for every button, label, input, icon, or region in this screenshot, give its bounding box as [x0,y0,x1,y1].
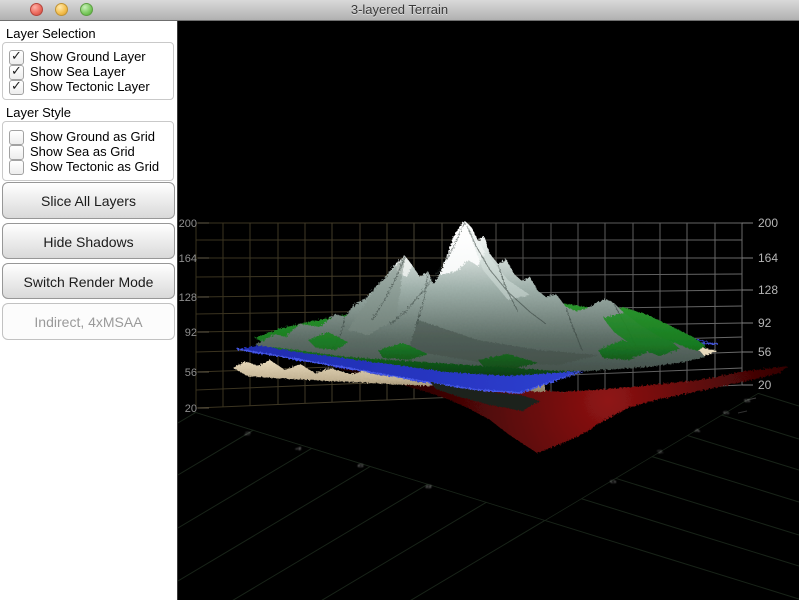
svg-text:92: 92 [185,327,197,339]
terrain-render-canvas[interactable]: 2 4 6 8 8 6 4 2 0 200 164 128 92 56 20 2… [178,20,799,600]
checkbox-label: Show Tectonic as Grid [30,159,160,174]
svg-text:8: 8 [424,484,432,489]
svg-text:4: 4 [692,428,702,433]
svg-text:200: 200 [179,218,197,230]
layer-style-group: Show Ground as Grid Show Sea as Grid Sho… [2,121,174,181]
svg-text:0: 0 [608,479,618,484]
svg-text:164: 164 [179,253,197,265]
checkbox-label: Show Sea Layer [30,64,126,79]
show-tectonic-as-grid-checkbox[interactable] [9,160,24,175]
checkbox-label: Show Ground as Grid [30,129,156,144]
svg-text:56: 56 [758,345,772,359]
svg-text:2: 2 [243,431,251,436]
checkbox-label: Show Sea as Grid [30,144,135,159]
switch-render-mode-button[interactable]: Switch Render Mode [2,263,175,299]
layer-style-heading: Layer Style [6,105,72,120]
check-icon: ✓ [11,63,22,78]
control-sidebar: Layer Selection ✓ Show Ground Layer ✓ Sh… [0,20,178,600]
right-axis-ticks [737,222,757,414]
check-icon: ✓ [11,78,22,93]
svg-text:200: 200 [758,216,778,230]
checkbox-label: Show Tectonic Layer [30,79,150,94]
app-window: { "window": { "title": "3-layered Terrai… [0,0,799,600]
svg-text:20: 20 [758,378,772,392]
render-mode-status: Indirect, 4xMSAA [2,303,175,340]
svg-text:92: 92 [758,316,772,330]
show-sea-as-grid-checkbox[interactable] [9,145,24,160]
svg-text:164: 164 [758,251,778,265]
window-title: 3-layered Terrain [350,2,449,17]
right-axis-labels: 200 164 128 92 56 20 [758,216,778,392]
svg-text:128: 128 [179,292,197,304]
layer-selection-heading: Layer Selection [6,26,96,41]
terrain-3d-view[interactable]: 2 4 6 8 8 6 4 2 0 200 164 128 92 56 20 2… [178,20,799,600]
title-bar[interactable]: 3-layered Terrain [0,0,799,21]
left-axis-ticks [198,222,209,409]
svg-text:128: 128 [758,283,778,297]
layer-selection-group: ✓ Show Ground Layer ✓ Show Sea Layer ✓ S… [2,42,174,100]
show-tectonic-layer-checkbox[interactable]: ✓ [9,78,24,95]
checkbox-label: Show Ground Layer [30,49,146,64]
hide-shadows-button[interactable]: Hide Shadows [2,223,175,259]
svg-text:56: 56 [185,367,197,379]
svg-text:6: 6 [356,463,364,468]
check-icon: ✓ [11,48,22,63]
svg-text:20: 20 [185,403,197,415]
svg-text:4: 4 [294,446,302,451]
slice-all-layers-button[interactable]: Slice All Layers [2,182,175,219]
show-ground-as-grid-checkbox[interactable] [9,130,24,145]
left-axis-labels: 200 164 128 92 56 20 [179,218,197,415]
